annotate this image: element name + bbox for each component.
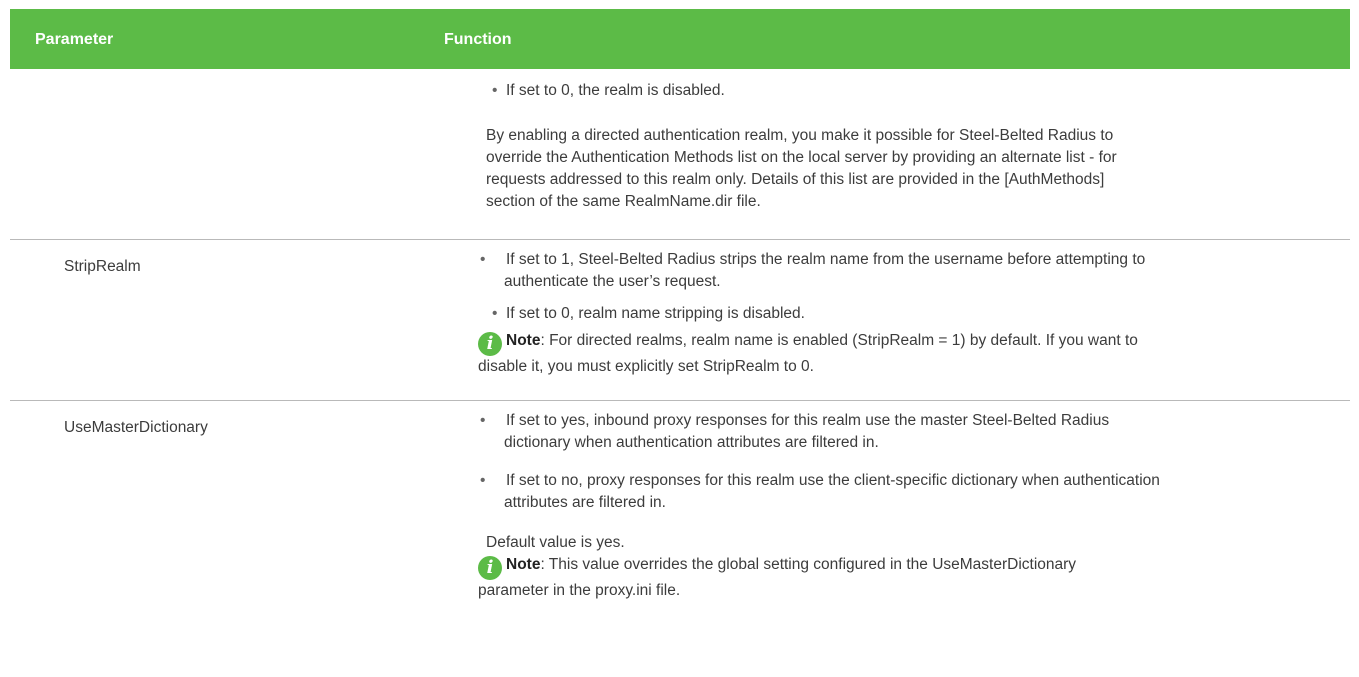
bullet-item: • If set to yes, inbound proxy responses …: [480, 412, 1110, 451]
info-icon: i: [478, 332, 502, 356]
description-paragraph: By enabling a directed authentication re…: [486, 127, 1117, 210]
table-row: StripRealm • If set to 1, Steel-Belted Ra…: [10, 240, 1350, 401]
table-row: • If set to 0, the realm is disabled. By …: [10, 69, 1350, 240]
info-icon: i: [478, 556, 502, 580]
note-label: Note: [506, 556, 541, 573]
note-block: i Note: For directed realms, realm name i…: [478, 330, 1158, 378]
bullet-item: • If set to 1, Steel-Belted Radius strips…: [480, 251, 1146, 290]
bullet-icon: •: [480, 412, 486, 429]
bullet-item: • If set to no, proxy responses for this …: [480, 472, 1160, 511]
header-parameter: Parameter: [35, 31, 114, 48]
bullet-icon: •: [492, 305, 498, 322]
note-block: i Note: This value overrides the global s…: [478, 554, 1078, 602]
header-function: Function: [444, 31, 512, 48]
param-name: UseMasterDictionary: [64, 419, 208, 436]
bullet-item: • If set to 0, the realm is disabled.: [492, 80, 1152, 102]
parameter-table: Parameter Function • If set to 0, the rea…: [10, 9, 1350, 639]
default-value-text: Default value is yes.: [486, 534, 625, 551]
table-row: UseMasterDictionary • If set to yes, inbo…: [10, 401, 1350, 639]
bullet-item: • If set to 0, realm name stripping is di…: [492, 303, 1152, 325]
note-text: : For directed realms, realm name is ena…: [478, 332, 1138, 375]
bullet-icon: •: [480, 472, 486, 489]
table-header: Parameter Function: [10, 9, 1350, 69]
note-label: Note: [506, 332, 541, 349]
bullet-icon: •: [480, 251, 486, 268]
bullet-icon: •: [492, 82, 498, 99]
param-name: StripRealm: [64, 258, 141, 275]
note-text: : This value overrides the global settin…: [478, 556, 1077, 599]
